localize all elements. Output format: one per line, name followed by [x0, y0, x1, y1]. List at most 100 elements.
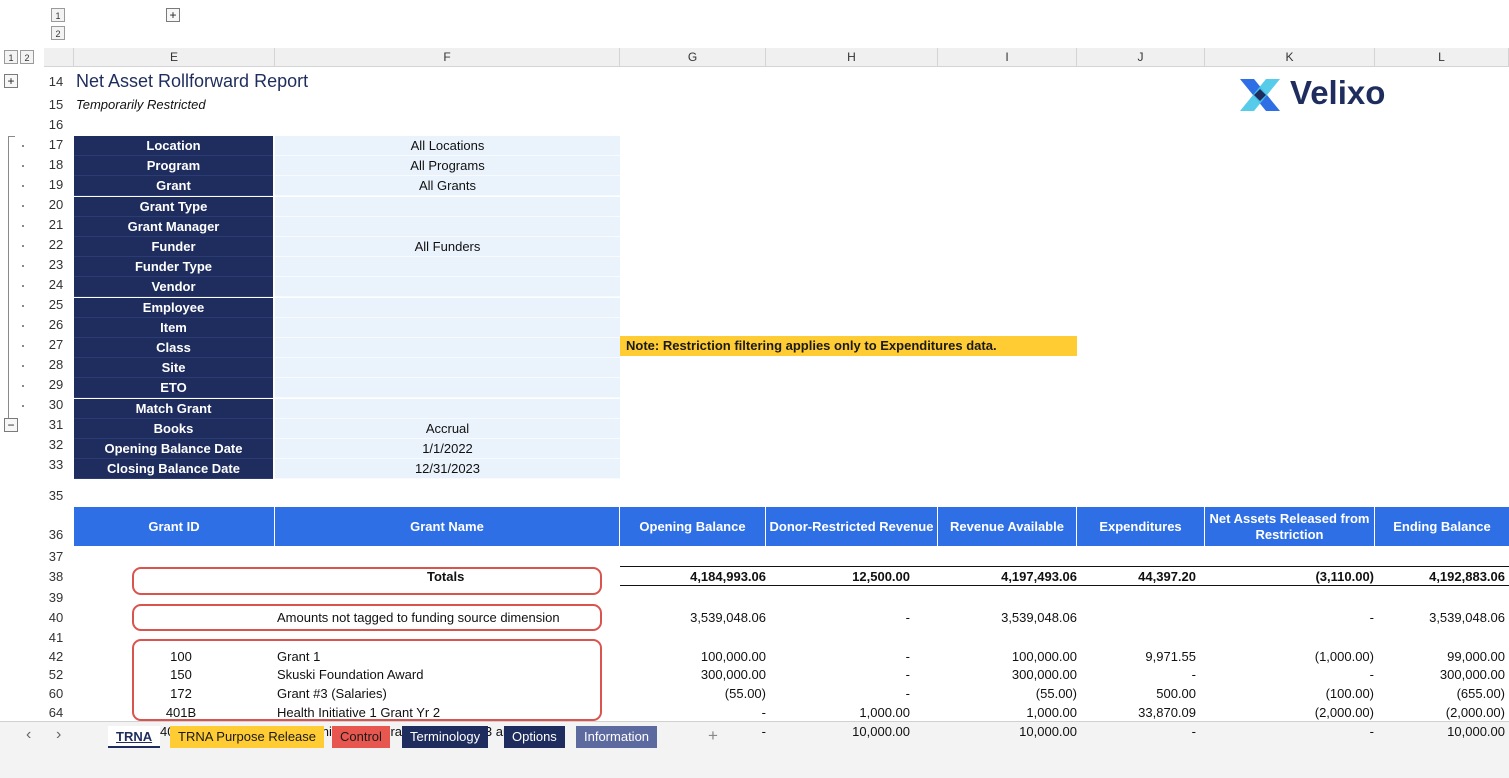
- filter-value[interactable]: 12/31/2023: [275, 459, 620, 480]
- filter-value[interactable]: [275, 338, 620, 358]
- column-header-g[interactable]: G: [620, 48, 766, 66]
- grant-value: 33,870.09: [1138, 705, 1196, 720]
- filter-value[interactable]: 1/1/2022: [275, 439, 620, 459]
- filter-value[interactable]: All Funders: [275, 237, 620, 257]
- filter-label: Closing Balance Date: [74, 459, 273, 480]
- grant-id: 172: [170, 686, 192, 701]
- row-header-42[interactable]: 42: [44, 649, 68, 664]
- outline-col-level-1[interactable]: 1: [51, 8, 65, 22]
- untagged-value: -: [1369, 610, 1374, 625]
- tab-control[interactable]: Control: [332, 726, 390, 748]
- tab-options[interactable]: Options: [504, 726, 565, 748]
- row-header-39[interactable]: 39: [44, 590, 68, 605]
- row-header-26[interactable]: 26: [44, 317, 68, 332]
- row-header-31[interactable]: 31: [44, 417, 68, 432]
- filter-value[interactable]: [275, 257, 620, 278]
- column-header-f[interactable]: F: [275, 48, 620, 66]
- filter-value[interactable]: [275, 317, 620, 338]
- expand-rows-button[interactable]: +: [4, 74, 18, 88]
- row-header-30[interactable]: 30: [44, 397, 68, 412]
- filter-value[interactable]: [275, 216, 620, 237]
- row-header-38[interactable]: 38: [44, 569, 68, 584]
- grant-value: -: [1369, 724, 1374, 739]
- header-revenue-available: Revenue Available: [938, 507, 1077, 546]
- grant-value: (2,000.00): [1314, 705, 1374, 720]
- row-header-18[interactable]: 18: [44, 157, 68, 172]
- outline-dot: [22, 205, 24, 207]
- row-header-35[interactable]: 35: [44, 488, 68, 503]
- untagged-value: 3,539,048.06: [1001, 610, 1077, 625]
- row-header-19[interactable]: 19: [44, 177, 68, 192]
- row-header-36[interactable]: 36: [44, 527, 68, 542]
- row-header-24[interactable]: 24: [44, 277, 68, 292]
- row-header-41[interactable]: 41: [44, 630, 68, 645]
- grant-value: (55.00): [724, 686, 766, 701]
- filter-value[interactable]: [275, 297, 620, 318]
- row-header-28[interactable]: 28: [44, 357, 68, 372]
- grant-value: (655.00): [1456, 686, 1505, 701]
- tab-trna[interactable]: TRNA: [108, 726, 161, 748]
- row-header-52[interactable]: 52: [44, 667, 68, 682]
- outline-dot: [22, 385, 24, 387]
- filter-value[interactable]: All Programs: [275, 156, 620, 177]
- tab-next-button[interactable]: ›: [56, 726, 61, 744]
- column-header-e[interactable]: E: [74, 48, 275, 66]
- filter-value[interactable]: [275, 378, 620, 399]
- row-header-21[interactable]: 21: [44, 217, 68, 232]
- filter-value[interactable]: Accrual: [275, 418, 620, 439]
- column-header-h[interactable]: H: [766, 48, 938, 66]
- grant-id: 150: [170, 667, 192, 682]
- outline-row-level-2[interactable]: 2: [20, 50, 34, 64]
- column-header-i[interactable]: I: [938, 48, 1077, 66]
- select-all-corner[interactable]: [44, 48, 74, 66]
- tab-trna-purpose-release[interactable]: TRNA Purpose Release: [170, 726, 325, 748]
- row-header-37[interactable]: 37: [44, 549, 68, 564]
- row-header-17[interactable]: 17: [44, 137, 68, 152]
- filter-value[interactable]: [275, 277, 620, 298]
- filter-value[interactable]: [275, 398, 620, 419]
- row-header-27[interactable]: 27: [44, 337, 68, 352]
- filter-label: Program: [74, 156, 273, 177]
- tab-terminology[interactable]: Terminology: [402, 726, 489, 748]
- column-header-bar: E F G H I J K L: [44, 48, 1509, 67]
- outline-dot: [22, 365, 24, 367]
- header-ending-balance: Ending Balance: [1375, 507, 1509, 546]
- row-header-25[interactable]: 25: [44, 297, 68, 312]
- grant-value: 1,000.00: [859, 705, 910, 720]
- row-header-20[interactable]: 20: [44, 197, 68, 212]
- grant-name: Skuski Foundation Award: [277, 667, 424, 682]
- expand-columns-button[interactable]: +: [166, 8, 180, 22]
- outline-dot: [22, 285, 24, 287]
- row-header-64[interactable]: 64: [44, 705, 68, 720]
- grant-value: 10,000.00: [852, 724, 910, 739]
- velixo-logo-icon: [1240, 79, 1280, 111]
- row-header-29[interactable]: 29: [44, 377, 68, 392]
- outline-row-level-1[interactable]: 1: [4, 50, 18, 64]
- collapse-rows-button[interactable]: −: [4, 418, 18, 432]
- filter-value[interactable]: [275, 196, 620, 217]
- row-header-15[interactable]: 15: [44, 97, 68, 112]
- grant-name: Grant #3 (Salaries): [277, 686, 387, 701]
- header-donor-restricted-revenue: Donor-Restricted Revenue: [766, 507, 938, 546]
- filter-value[interactable]: [275, 358, 620, 379]
- column-header-l[interactable]: L: [1375, 48, 1509, 66]
- filter-value[interactable]: All Locations: [275, 136, 620, 156]
- row-header-60[interactable]: 60: [44, 686, 68, 701]
- row-header-22[interactable]: 22: [44, 237, 68, 252]
- row-header-16[interactable]: 16: [44, 117, 68, 132]
- column-header-k[interactable]: K: [1205, 48, 1375, 66]
- outline-bracket: [8, 136, 15, 425]
- row-header-14[interactable]: 14: [44, 74, 68, 89]
- row-header-32[interactable]: 32: [44, 437, 68, 452]
- column-header-j[interactable]: J: [1077, 48, 1205, 66]
- outline-col-level-2[interactable]: 2: [51, 26, 65, 40]
- filter-value[interactable]: All Grants: [275, 176, 620, 197]
- report-title: Net Asset Rollforward Report: [76, 71, 309, 91]
- header-expenditures: Expenditures: [1077, 507, 1205, 546]
- row-header-23[interactable]: 23: [44, 257, 68, 272]
- row-header-40[interactable]: 40: [44, 610, 68, 625]
- tab-information[interactable]: Information: [576, 726, 658, 748]
- tab-prev-button[interactable]: ‹: [26, 726, 31, 744]
- grant-value: -: [905, 649, 910, 664]
- row-header-33[interactable]: 33: [44, 457, 68, 472]
